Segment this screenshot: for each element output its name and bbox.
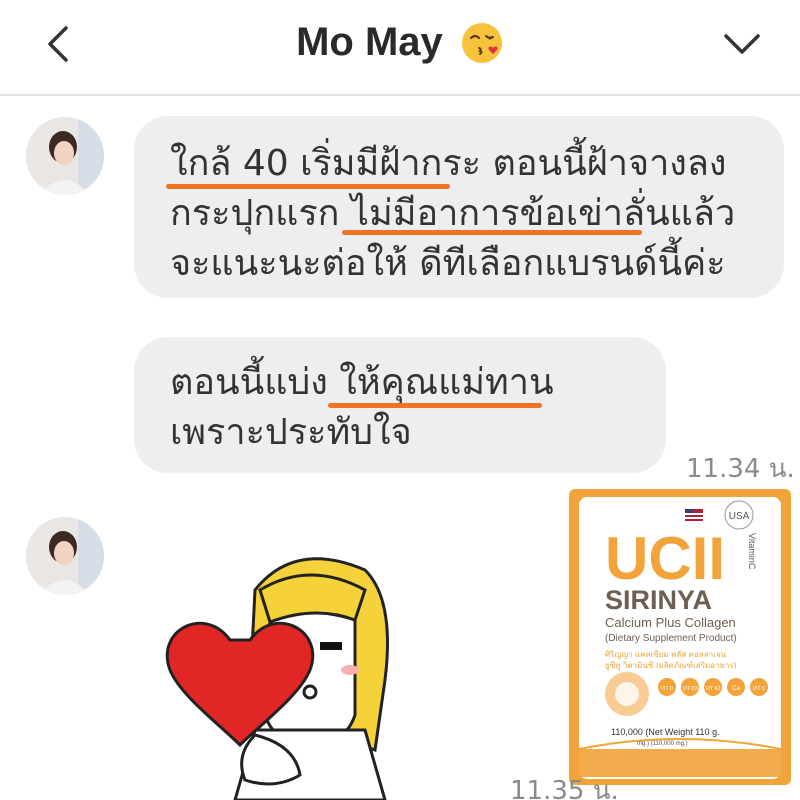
avatar[interactable] (26, 117, 104, 195)
product-weight-sub: mg.) (110,000 mg.) (637, 741, 688, 747)
product-side-text: VitaminC (747, 533, 757, 570)
badge-label: VIT D (661, 686, 674, 692)
badge-label: VIT K2 (705, 686, 720, 692)
product-logo: UCII (605, 525, 725, 592)
chat-title-group: Mo May (0, 20, 800, 65)
product-weight: 110,000 (Net Weight 110 g. (611, 727, 720, 737)
highlight-underline (342, 230, 642, 235)
product-brand-top: USA (729, 511, 750, 522)
chat-title: Mo May (296, 20, 443, 64)
product-name: SIRINYA (605, 585, 712, 615)
badge-label: VIT C (753, 686, 766, 692)
message-bubble[interactable]: ตอนนี้แบ่ง ให้คุณแม่ทาน เพราะประทับใจ (134, 337, 666, 473)
badge-label: Ca (732, 686, 740, 692)
product-subtitle: Calcium Plus Collagen (605, 615, 736, 630)
product-note: (Dietary Supplement Product) (605, 633, 737, 644)
kissing-face-icon (461, 22, 502, 63)
message-line: ตอนนี้แบ่ง ให้คุณแม่ทาน (170, 362, 554, 403)
chat-header: Mo May (0, 0, 800, 96)
message-line: ใกล้ 40 เริ่มมีฝ้ากระ ตอนนี้ฝ้าจางลง (170, 143, 727, 184)
message-bubble[interactable]: ใกล้ 40 เริ่มมีฝ้ากระ ตอนนี้ฝ้าจางลง กระ… (134, 116, 784, 298)
highlight-underline (166, 184, 450, 189)
sticker-image[interactable] (160, 530, 430, 800)
highlight-underline (328, 403, 542, 408)
message-timestamp: 11.35 น. (510, 776, 619, 800)
message-line: กระปุกแรก ไม่มีอาการข้อเข่าลั่นแล้ว (170, 193, 736, 234)
product-thai-line: ยูซีทู วิตามินซี (ผลิตภัณฑ์เสริมอาหาร) (605, 660, 737, 671)
product-image[interactable]: USA UCII VitaminC SIRINYA Calcium Plus C… (567, 487, 793, 787)
message-line: เพราะประทับใจ (170, 412, 412, 453)
avatar[interactable] (26, 517, 104, 595)
chevron-down-icon[interactable] (720, 24, 764, 64)
product-thai-line: ศิริญญา แคลเซียม พลัส คอลลาเจน (605, 650, 727, 659)
badge-label: VIT D3 (682, 686, 698, 692)
message-timestamp: 11.34 น. (686, 454, 795, 484)
message-line: จะแนะนะต่อให้ ดีทีเลือกแบรนด์นี้ค่ะ (170, 243, 726, 284)
